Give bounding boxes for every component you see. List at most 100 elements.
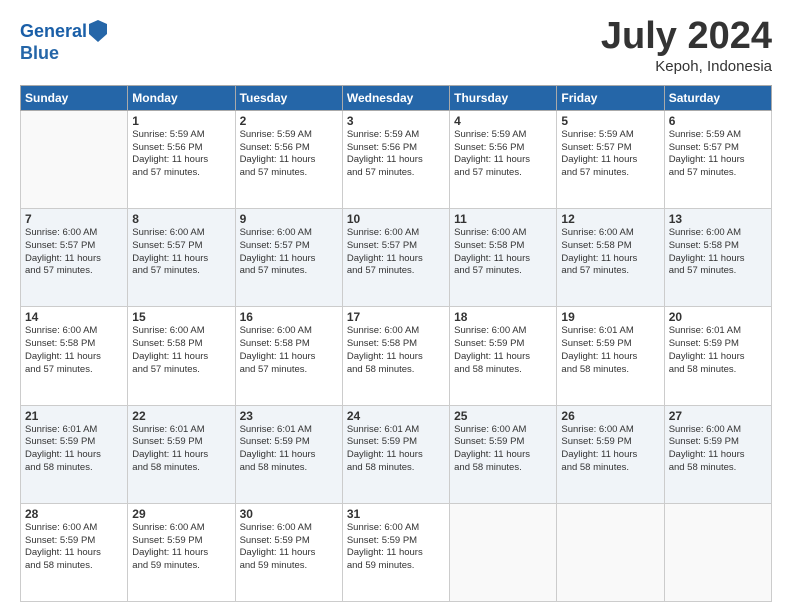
col-sunday: Sunday	[21, 85, 128, 110]
day-number: 6	[669, 114, 767, 128]
table-row: 31Sunrise: 6:00 AMSunset: 5:59 PMDayligh…	[342, 503, 449, 601]
table-row: 2Sunrise: 5:59 AMSunset: 5:56 PMDaylight…	[235, 110, 342, 208]
table-row: 11Sunrise: 6:00 AMSunset: 5:58 PMDayligh…	[450, 209, 557, 307]
day-info: Sunrise: 6:00 AMSunset: 5:59 PMDaylight:…	[347, 522, 445, 573]
day-number: 12	[561, 212, 659, 226]
day-info: Sunrise: 5:59 AMSunset: 5:56 PMDaylight:…	[132, 129, 230, 180]
table-row: 3Sunrise: 5:59 AMSunset: 5:56 PMDaylight…	[342, 110, 449, 208]
table-row: 26Sunrise: 6:00 AMSunset: 5:59 PMDayligh…	[557, 405, 664, 503]
day-number: 13	[669, 212, 767, 226]
day-number: 8	[132, 212, 230, 226]
header: General Blue July 2024 Kepoh, Indonesia	[20, 16, 772, 75]
day-number: 14	[25, 310, 123, 324]
calendar-week-row: 21Sunrise: 6:01 AMSunset: 5:59 PMDayligh…	[21, 405, 772, 503]
day-info: Sunrise: 6:01 AMSunset: 5:59 PMDaylight:…	[240, 424, 338, 475]
day-number: 26	[561, 409, 659, 423]
table-row: 9Sunrise: 6:00 AMSunset: 5:57 PMDaylight…	[235, 209, 342, 307]
table-row: 10Sunrise: 6:00 AMSunset: 5:57 PMDayligh…	[342, 209, 449, 307]
day-info: Sunrise: 5:59 AMSunset: 5:56 PMDaylight:…	[454, 129, 552, 180]
month-year: July 2024	[601, 16, 772, 58]
table-row: 16Sunrise: 6:00 AMSunset: 5:58 PMDayligh…	[235, 307, 342, 405]
table-row: 8Sunrise: 6:00 AMSunset: 5:57 PMDaylight…	[128, 209, 235, 307]
table-row	[450, 503, 557, 601]
day-number: 18	[454, 310, 552, 324]
table-row: 28Sunrise: 6:00 AMSunset: 5:59 PMDayligh…	[21, 503, 128, 601]
day-info: Sunrise: 6:00 AMSunset: 5:57 PMDaylight:…	[25, 227, 123, 278]
table-row: 4Sunrise: 5:59 AMSunset: 5:56 PMDaylight…	[450, 110, 557, 208]
table-row: 1Sunrise: 5:59 AMSunset: 5:56 PMDaylight…	[128, 110, 235, 208]
table-row: 20Sunrise: 6:01 AMSunset: 5:59 PMDayligh…	[664, 307, 771, 405]
table-row: 30Sunrise: 6:00 AMSunset: 5:59 PMDayligh…	[235, 503, 342, 601]
calendar-week-row: 1Sunrise: 5:59 AMSunset: 5:56 PMDaylight…	[21, 110, 772, 208]
day-info: Sunrise: 6:01 AMSunset: 5:59 PMDaylight:…	[561, 325, 659, 376]
day-number: 21	[25, 409, 123, 423]
table-row: 13Sunrise: 6:00 AMSunset: 5:58 PMDayligh…	[664, 209, 771, 307]
day-info: Sunrise: 6:00 AMSunset: 5:58 PMDaylight:…	[132, 325, 230, 376]
day-number: 4	[454, 114, 552, 128]
table-row: 25Sunrise: 6:00 AMSunset: 5:59 PMDayligh…	[450, 405, 557, 503]
day-number: 10	[347, 212, 445, 226]
day-info: Sunrise: 5:59 AMSunset: 5:56 PMDaylight:…	[347, 129, 445, 180]
calendar-week-row: 7Sunrise: 6:00 AMSunset: 5:57 PMDaylight…	[21, 209, 772, 307]
day-number: 23	[240, 409, 338, 423]
table-row	[557, 503, 664, 601]
day-info: Sunrise: 6:00 AMSunset: 5:57 PMDaylight:…	[240, 227, 338, 278]
page: General Blue July 2024 Kepoh, Indonesia …	[0, 0, 792, 612]
day-info: Sunrise: 6:00 AMSunset: 5:58 PMDaylight:…	[347, 325, 445, 376]
day-info: Sunrise: 6:00 AMSunset: 5:58 PMDaylight:…	[669, 227, 767, 278]
day-info: Sunrise: 6:00 AMSunset: 5:58 PMDaylight:…	[240, 325, 338, 376]
col-monday: Monday	[128, 85, 235, 110]
day-number: 16	[240, 310, 338, 324]
day-info: Sunrise: 5:59 AMSunset: 5:57 PMDaylight:…	[561, 129, 659, 180]
day-number: 25	[454, 409, 552, 423]
table-row: 5Sunrise: 5:59 AMSunset: 5:57 PMDaylight…	[557, 110, 664, 208]
day-info: Sunrise: 6:00 AMSunset: 5:59 PMDaylight:…	[240, 522, 338, 573]
day-number: 5	[561, 114, 659, 128]
location: Kepoh, Indonesia	[601, 58, 772, 75]
day-number: 20	[669, 310, 767, 324]
day-info: Sunrise: 6:01 AMSunset: 5:59 PMDaylight:…	[25, 424, 123, 475]
table-row	[21, 110, 128, 208]
table-row: 21Sunrise: 6:01 AMSunset: 5:59 PMDayligh…	[21, 405, 128, 503]
logo: General Blue	[20, 20, 107, 64]
day-info: Sunrise: 5:59 AMSunset: 5:56 PMDaylight:…	[240, 129, 338, 180]
day-number: 19	[561, 310, 659, 324]
day-info: Sunrise: 6:00 AMSunset: 5:58 PMDaylight:…	[25, 325, 123, 376]
table-row: 7Sunrise: 6:00 AMSunset: 5:57 PMDaylight…	[21, 209, 128, 307]
table-row: 17Sunrise: 6:00 AMSunset: 5:58 PMDayligh…	[342, 307, 449, 405]
day-number: 7	[25, 212, 123, 226]
col-saturday: Saturday	[664, 85, 771, 110]
day-number: 27	[669, 409, 767, 423]
calendar: Sunday Monday Tuesday Wednesday Thursday…	[20, 85, 772, 602]
day-number: 2	[240, 114, 338, 128]
day-info: Sunrise: 6:00 AMSunset: 5:59 PMDaylight:…	[132, 522, 230, 573]
day-number: 28	[25, 507, 123, 521]
table-row: 14Sunrise: 6:00 AMSunset: 5:58 PMDayligh…	[21, 307, 128, 405]
table-row: 29Sunrise: 6:00 AMSunset: 5:59 PMDayligh…	[128, 503, 235, 601]
day-number: 3	[347, 114, 445, 128]
day-info: Sunrise: 6:00 AMSunset: 5:58 PMDaylight:…	[454, 227, 552, 278]
day-number: 17	[347, 310, 445, 324]
day-info: Sunrise: 6:00 AMSunset: 5:59 PMDaylight:…	[454, 424, 552, 475]
day-info: Sunrise: 6:00 AMSunset: 5:59 PMDaylight:…	[454, 325, 552, 376]
day-info: Sunrise: 6:00 AMSunset: 5:58 PMDaylight:…	[561, 227, 659, 278]
col-tuesday: Tuesday	[235, 85, 342, 110]
table-row: 22Sunrise: 6:01 AMSunset: 5:59 PMDayligh…	[128, 405, 235, 503]
title-block: July 2024 Kepoh, Indonesia	[601, 16, 772, 75]
day-number: 24	[347, 409, 445, 423]
calendar-week-row: 28Sunrise: 6:00 AMSunset: 5:59 PMDayligh…	[21, 503, 772, 601]
logo-icon	[89, 20, 107, 42]
day-info: Sunrise: 5:59 AMSunset: 5:57 PMDaylight:…	[669, 129, 767, 180]
table-row: 15Sunrise: 6:00 AMSunset: 5:58 PMDayligh…	[128, 307, 235, 405]
table-row: 24Sunrise: 6:01 AMSunset: 5:59 PMDayligh…	[342, 405, 449, 503]
day-number: 9	[240, 212, 338, 226]
day-number: 1	[132, 114, 230, 128]
day-info: Sunrise: 6:00 AMSunset: 5:59 PMDaylight:…	[25, 522, 123, 573]
table-row: 12Sunrise: 6:00 AMSunset: 5:58 PMDayligh…	[557, 209, 664, 307]
logo-blue: Blue	[20, 44, 107, 64]
day-number: 29	[132, 507, 230, 521]
table-row: 27Sunrise: 6:00 AMSunset: 5:59 PMDayligh…	[664, 405, 771, 503]
day-info: Sunrise: 6:00 AMSunset: 5:57 PMDaylight:…	[347, 227, 445, 278]
day-info: Sunrise: 6:00 AMSunset: 5:59 PMDaylight:…	[561, 424, 659, 475]
table-row: 18Sunrise: 6:00 AMSunset: 5:59 PMDayligh…	[450, 307, 557, 405]
